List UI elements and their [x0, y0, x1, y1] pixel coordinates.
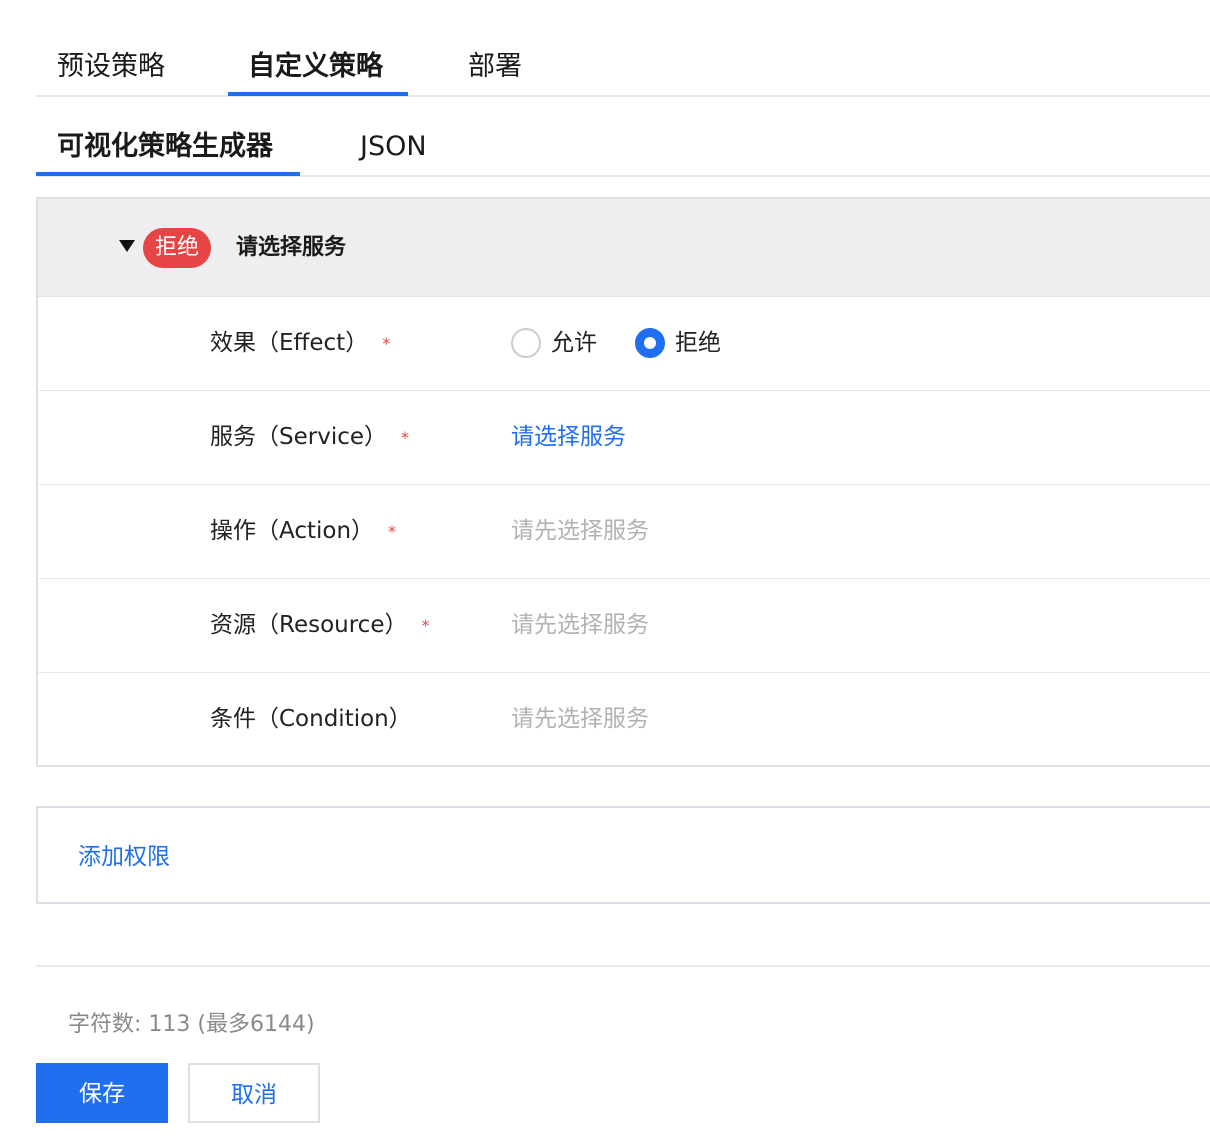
- tab-visual-generator[interactable]: 可视化策略生成器: [57, 129, 273, 165]
- add-permission-box: 添加权限: [36, 806, 1210, 904]
- effect-allow-radio[interactable]: [511, 328, 541, 358]
- action-label: 操作（Action） *: [210, 518, 397, 544]
- action-placeholder: 请先选择服务: [511, 518, 649, 544]
- required-marker: *: [388, 521, 397, 541]
- effect-badge: 拒绝: [143, 228, 211, 268]
- active-subtab-indicator: [36, 172, 300, 176]
- add-permission-link[interactable]: 添加权限: [78, 839, 170, 875]
- policy-statement-panel: 拒绝 请选择服务 效果（Effect） * 允许 拒绝 服务（Service） * …: [36, 197, 1210, 767]
- effect-deny-label[interactable]: 拒绝: [675, 325, 721, 361]
- tab-custom-policy[interactable]: 自定义策略: [248, 49, 383, 85]
- resource-label: 资源（Resource） *: [210, 612, 430, 638]
- tab-deploy[interactable]: 部署: [468, 49, 522, 85]
- tab-json[interactable]: JSON: [360, 129, 427, 165]
- effect-deny-radio[interactable]: [635, 328, 665, 358]
- policy-type-tabs: 预设策略 自定义策略 部署: [36, 0, 1210, 97]
- required-marker: *: [421, 615, 430, 635]
- active-tab-indicator: [228, 92, 408, 96]
- editor-mode-tabs: 可视化策略生成器 JSON: [36, 97, 1210, 177]
- action-row: 操作（Action） * 请先选择服务: [38, 485, 1210, 579]
- required-marker: *: [382, 333, 391, 353]
- statement-title: 请选择服务: [236, 235, 347, 260]
- condition-label: 条件（Condition）: [210, 706, 412, 732]
- collapse-caret-icon[interactable]: [119, 240, 135, 252]
- service-row: 服务（Service） * 请选择服务: [38, 391, 1210, 485]
- save-button[interactable]: 保存: [36, 1063, 168, 1123]
- resource-row: 资源（Resource） * 请先选择服务: [38, 579, 1210, 673]
- tab-preset-policy[interactable]: 预设策略: [57, 49, 165, 85]
- character-count: 字符数: 113 (最多6144): [68, 1012, 315, 1037]
- service-label: 服务（Service） *: [210, 424, 410, 450]
- required-marker: *: [401, 427, 410, 447]
- statement-header[interactable]: 拒绝 请选择服务: [38, 199, 1210, 297]
- cancel-button[interactable]: 取消: [188, 1063, 320, 1123]
- effect-allow-label[interactable]: 允许: [551, 325, 597, 361]
- select-service-link[interactable]: 请选择服务: [511, 419, 626, 455]
- condition-placeholder: 请先选择服务: [511, 706, 649, 732]
- effect-label: 效果（Effect） *: [210, 330, 391, 356]
- resource-placeholder: 请先选择服务: [511, 612, 649, 638]
- divider: [36, 965, 1210, 967]
- effect-row: 效果（Effect） * 允许 拒绝: [38, 297, 1210, 391]
- condition-row: 条件（Condition） 请先选择服务: [38, 673, 1210, 767]
